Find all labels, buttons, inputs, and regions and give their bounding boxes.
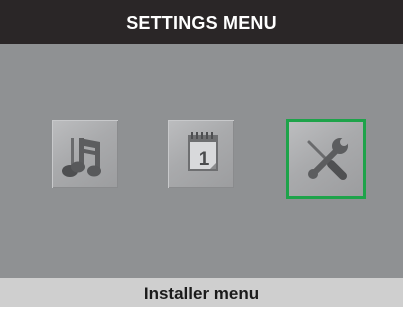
menu-item-installer[interactable] bbox=[286, 119, 366, 199]
music-notes-icon bbox=[62, 138, 101, 177]
tools-icon bbox=[307, 138, 348, 180]
selection-frame bbox=[286, 119, 366, 199]
menu-item-date[interactable]: 1 bbox=[168, 120, 234, 188]
calendar-day-number: 1 bbox=[199, 149, 210, 170]
menu-item-sounds[interactable] bbox=[52, 120, 118, 188]
calendar-icon: 1 bbox=[188, 132, 218, 171]
selected-item-label: Installer menu bbox=[0, 278, 403, 307]
settings-screen: SETTINGS MENU 1 Installer menu bbox=[0, 0, 403, 307]
screen-title: SETTINGS MENU bbox=[0, 0, 403, 44]
